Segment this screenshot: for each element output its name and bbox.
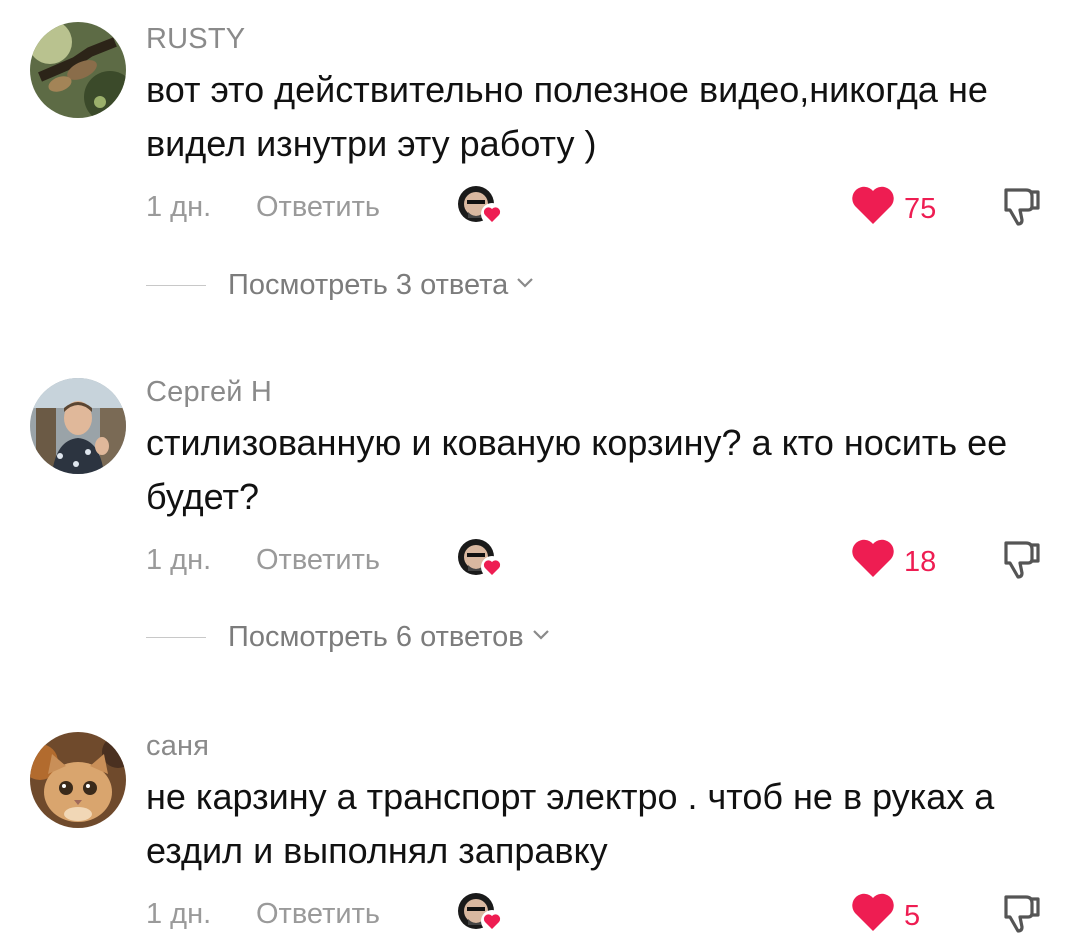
avatar-man-photo-icon xyxy=(30,378,126,474)
avatar[interactable] xyxy=(30,732,126,828)
comment-actions: 1 дн. Ответить 75 xyxy=(146,182,1046,232)
like-button[interactable]: 18 xyxy=(850,537,946,581)
view-replies-label: Посмотреть 3 ответа xyxy=(228,268,534,302)
view-replies-button[interactable]: Посмотреть 6 ответов xyxy=(146,618,746,658)
avatar[interactable] xyxy=(30,22,126,118)
like-button[interactable]: 5 xyxy=(850,891,946,935)
comment-actions: 1 дн. Ответить 18 xyxy=(146,535,1046,585)
comment-time: 1 дн. xyxy=(146,544,212,576)
comment-author[interactable]: RUSTY xyxy=(146,22,245,56)
view-replies-button[interactable]: Посмотреть 3 ответа xyxy=(146,266,746,306)
creator-liked-badge-icon xyxy=(454,182,508,232)
comment-author[interactable]: Сергей Н xyxy=(146,375,272,409)
divider xyxy=(146,637,206,638)
comment-text: вот это действительно полезное видео,ник… xyxy=(146,69,988,164)
divider xyxy=(146,285,206,286)
avatar[interactable] xyxy=(30,378,126,474)
comment-time: 1 дн. xyxy=(146,898,212,930)
heart-icon xyxy=(852,893,894,931)
comments-feed: RUSTY вот это действительно полезное вид… xyxy=(0,0,1080,952)
chevron-down-icon xyxy=(517,278,533,288)
creator-liked-badge-icon xyxy=(454,889,508,939)
comment-text: не карзину а транспорт электро . чтоб не… xyxy=(146,776,995,871)
reply-button[interactable]: Ответить xyxy=(256,897,380,931)
thumbs-down-icon xyxy=(1004,188,1040,226)
comment-text: стилизованную и кованую корзину? а кто н… xyxy=(146,422,1008,517)
comment-author[interactable]: саня xyxy=(146,729,209,763)
like-button[interactable]: 75 xyxy=(850,184,946,228)
dislike-button[interactable] xyxy=(998,184,1042,228)
thumbs-down-icon xyxy=(1004,541,1040,579)
like-count: 75 xyxy=(904,193,937,225)
reply-button[interactable]: Ответить xyxy=(256,543,380,577)
dislike-button[interactable] xyxy=(998,891,1042,935)
creator-liked-badge-icon xyxy=(454,535,508,585)
view-replies-label: Посмотреть 6 ответов xyxy=(228,620,550,654)
reply-button[interactable]: Ответить xyxy=(256,190,380,224)
avatar-moths-photo-icon xyxy=(30,22,126,118)
like-count: 5 xyxy=(904,900,921,932)
comment-actions: 1 дн. Ответить 5 xyxy=(146,889,1046,939)
heart-icon xyxy=(852,186,894,224)
comment-time: 1 дн. xyxy=(146,191,212,223)
thumbs-down-icon xyxy=(1004,895,1040,933)
like-count: 18 xyxy=(904,546,937,578)
dislike-button[interactable] xyxy=(998,537,1042,581)
heart-icon xyxy=(852,539,894,577)
chevron-down-icon xyxy=(532,630,549,640)
avatar-cat-photo-icon xyxy=(30,732,126,828)
